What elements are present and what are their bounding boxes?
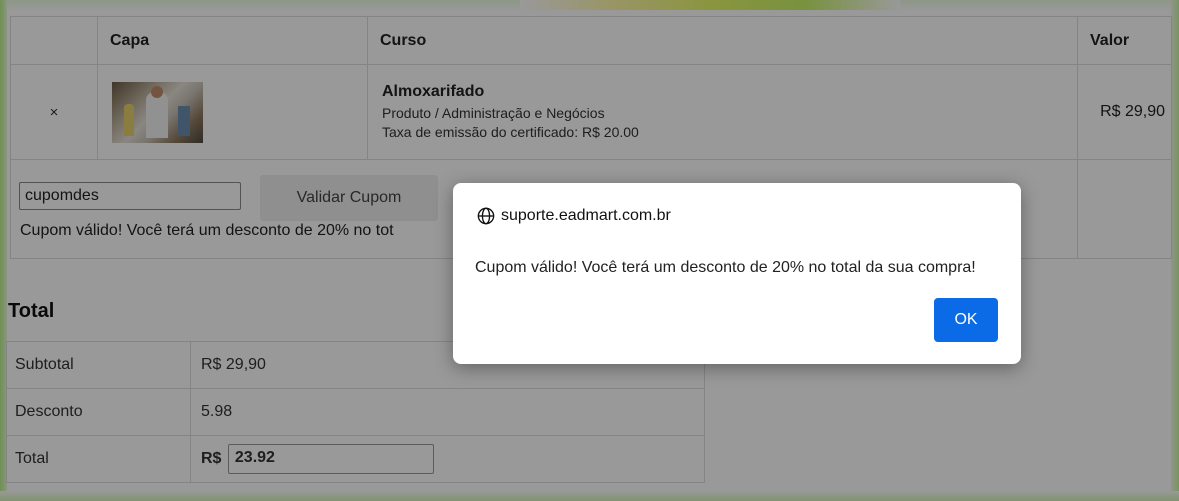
dialog-message: Cupom válido! Você terá um desconto de 2… [475, 259, 976, 276]
page: Capa Curso Valor × Almoxarifado Produto … [0, 0, 1179, 501]
dialog-origin-text: suporte.eadmart.com.br [501, 207, 671, 224]
ok-button[interactable]: OK [934, 298, 998, 342]
dialog-origin: suporte.eadmart.com.br [477, 207, 671, 225]
globe-icon [477, 207, 495, 225]
alert-dialog: suporte.eadmart.com.br Cupom válido! Voc… [453, 183, 1021, 364]
